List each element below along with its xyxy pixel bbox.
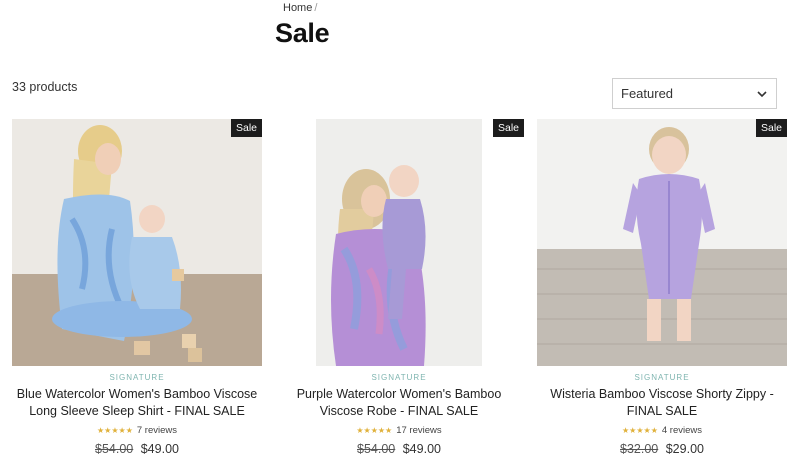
review-count: 17 reviews <box>396 425 442 436</box>
product-price: $54.00 $49.00 <box>12 442 262 456</box>
product-count: 33 products <box>12 80 78 94</box>
sort-value: Featured <box>621 86 674 101</box>
product-title-link[interactable]: Wisteria Bamboo Viscose Shorty Zippy - F… <box>537 386 787 420</box>
product-image[interactable]: Sale <box>12 119 262 366</box>
sale-badge: Sale <box>230 119 262 137</box>
product-rating[interactable]: ★★★★★ 4 reviews <box>537 425 787 436</box>
product-vendor: SIGNATURE <box>109 373 165 382</box>
product-title-link[interactable]: Blue Watercolor Women's Bamboo Viscose L… <box>12 386 262 420</box>
breadcrumb: Home / <box>283 2 317 14</box>
chevron-down-icon <box>757 90 767 97</box>
product-image[interactable]: Sale <box>537 119 787 366</box>
product-photo <box>537 119 787 366</box>
product-photo <box>12 119 262 366</box>
product-price: $54.00 $49.00 <box>274 442 524 456</box>
sort-dropdown[interactable]: Featured <box>612 78 777 109</box>
sale-price: $49.00 <box>402 442 441 456</box>
sale-badge: Sale <box>755 119 787 137</box>
product-card[interactable]: Sale SIGNATURE Purple Watercolor Women's… <box>274 119 524 456</box>
sale-price: $49.00 <box>140 442 179 456</box>
star-rating-icon: ★★★★★ <box>97 426 133 435</box>
product-photo <box>274 119 524 366</box>
product-price: $32.00 $29.00 <box>537 442 787 456</box>
product-vendor: SIGNATURE <box>371 373 427 382</box>
star-rating-icon: ★★★★★ <box>622 426 658 435</box>
page-title: Sale <box>275 18 330 48</box>
compare-at-price: $32.00 <box>620 442 659 456</box>
product-title-link[interactable]: Purple Watercolor Women's Bamboo Viscose… <box>274 386 524 420</box>
breadcrumb-separator: / <box>314 2 318 14</box>
product-image[interactable]: Sale <box>274 119 524 366</box>
compare-at-price: $54.00 <box>95 442 134 456</box>
compare-at-price: $54.00 <box>357 442 396 456</box>
product-rating[interactable]: ★★★★★ 17 reviews <box>274 425 524 436</box>
product-vendor: SIGNATURE <box>634 373 690 382</box>
star-rating-icon: ★★★★★ <box>356 426 393 435</box>
sale-badge: Sale <box>492 119 524 137</box>
review-count: 7 reviews <box>136 425 177 436</box>
product-card[interactable]: Sale SIGNATURE Wisteria Bamboo Viscose S… <box>537 119 787 456</box>
review-count: 4 reviews <box>661 425 702 436</box>
breadcrumb-home-link[interactable]: Home <box>283 2 312 14</box>
sale-price: $29.00 <box>665 442 704 456</box>
product-rating[interactable]: ★★★★★ 7 reviews <box>12 425 262 436</box>
product-card[interactable]: Sale SIGNATURE Blue Watercolor Women's B… <box>12 119 262 456</box>
